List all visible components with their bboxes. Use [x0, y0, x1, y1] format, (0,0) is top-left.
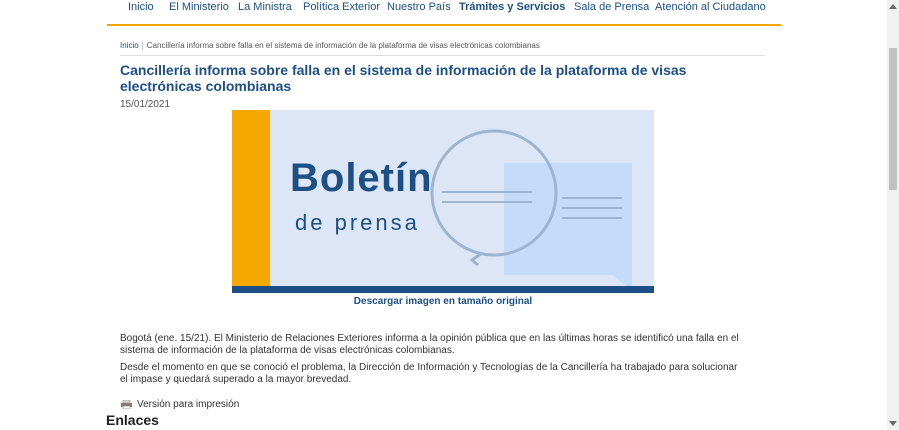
- links-heading: Enlaces: [106, 412, 159, 428]
- scroll-down-arrow-icon[interactable]: [889, 421, 897, 426]
- breadcrumb: Inicio | Cancillería informa sobre falla e…: [120, 41, 765, 56]
- nav-item-sala-de-prensa[interactable]: Sala de Prensa: [574, 1, 649, 13]
- nav-item-politica-exterior[interactable]: Política Exterior: [303, 1, 380, 13]
- publication-date: 15/01/2021: [120, 99, 171, 110]
- article-paragraph-2: Desde el momento en que se conoció el pr…: [120, 362, 738, 385]
- vertical-scrollbar[interactable]: [887, 0, 899, 430]
- banner-title: Boletín: [290, 156, 433, 200]
- nav-item-el-ministerio[interactable]: El Ministerio: [169, 1, 229, 13]
- nav-item-atencion-al-ciudadano[interactable]: Atención al Ciudadano: [655, 1, 766, 13]
- boletin-banner-image[interactable]: Boletín de prensa: [232, 110, 654, 293]
- print-version-link[interactable]: Versión para impresión: [121, 399, 239, 410]
- breadcrumb-home-link[interactable]: Inicio: [120, 41, 139, 50]
- nav-item-nuestro-pais[interactable]: Nuestro País: [387, 1, 451, 13]
- speech-bubbles-icon: [430, 129, 632, 290]
- breadcrumb-separator: |: [141, 41, 144, 50]
- print-version-label: Versión para impresión: [137, 399, 240, 410]
- printer-icon: [121, 400, 132, 409]
- nav-item-inicio[interactable]: Inicio: [128, 1, 154, 13]
- scroll-up-arrow-icon[interactable]: [889, 4, 897, 9]
- nav-item-la-ministra[interactable]: La Ministra: [238, 1, 292, 13]
- banner-bottom-bar: [232, 286, 654, 293]
- nav-item-tramites-y-servicios[interactable]: Trámites y Servicios: [459, 1, 565, 13]
- download-image-link[interactable]: Descargar imagen en tamaño original: [232, 296, 654, 307]
- breadcrumb-current: Cancillería informa sobre falla en el si…: [146, 41, 540, 50]
- banner-subtitle: de prensa: [295, 210, 420, 235]
- scrollbar-thumb[interactable]: [889, 48, 897, 190]
- article-paragraph-1: Bogotá (ene. 15/21). El Ministerio de Re…: [120, 333, 739, 356]
- page-title: Cancillería informa sobre falla en el si…: [120, 62, 687, 94]
- top-navigation: Inicio El Ministerio La Ministra Polític…: [107, 0, 781, 26]
